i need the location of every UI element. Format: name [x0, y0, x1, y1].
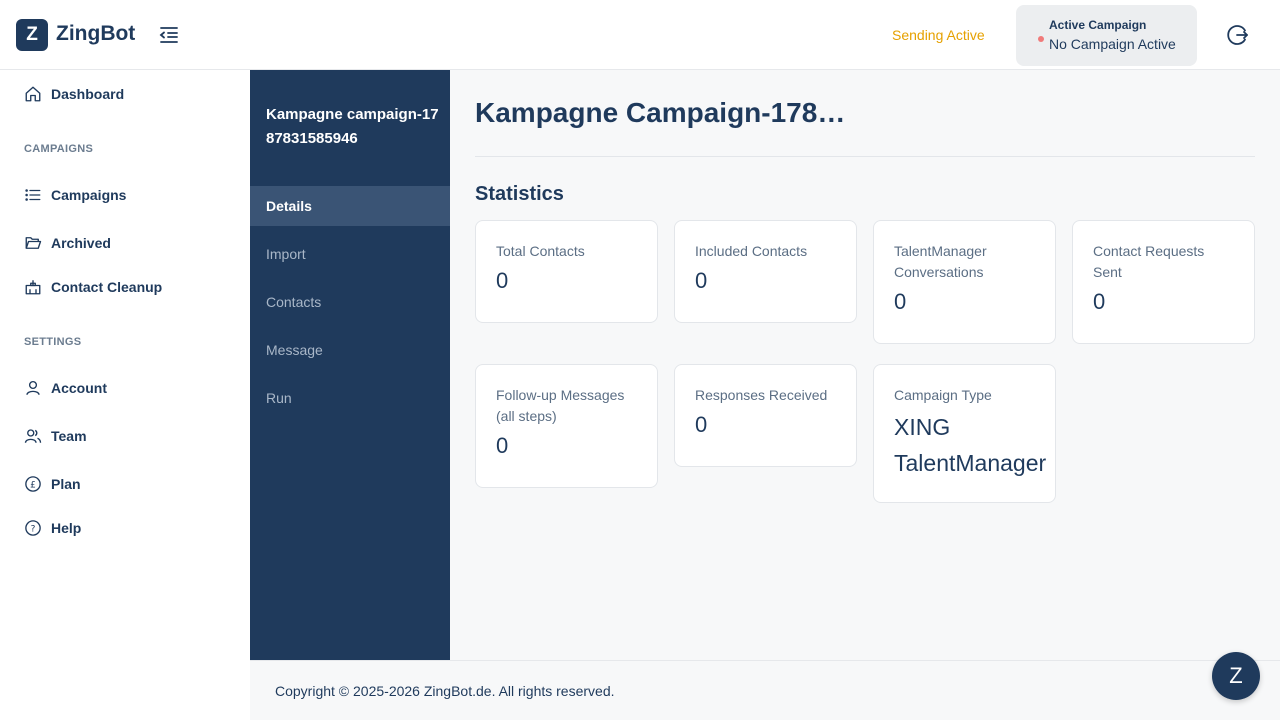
- stat-label: Total Contacts: [496, 243, 585, 259]
- section-title-campaigns: CAMPAIGNS: [24, 143, 94, 155]
- chat-launcher-button[interactable]: Z: [1212, 652, 1260, 700]
- section-title-settings: SETTINGS: [24, 336, 82, 348]
- sidebar-item-team[interactable]: Team: [24, 424, 87, 448]
- stat-label: Contact Requests Sent: [1093, 243, 1205, 280]
- divider: [475, 156, 1255, 157]
- stat-card-total-contacts: Total Contacts 0: [475, 220, 658, 323]
- active-campaign-label: Active Campaign: [1049, 18, 1147, 32]
- page-title: Kampagne Campaign-178…: [475, 97, 846, 128]
- stat-value: 0: [496, 268, 509, 293]
- stat-card-included-contacts: Included Contacts 0: [674, 220, 857, 323]
- stat-value: XING TalentManager: [894, 414, 1047, 476]
- collapse-sidebar-icon[interactable]: [157, 23, 181, 47]
- stat-label: Campaign Type: [894, 387, 992, 403]
- stat-value: 0: [695, 268, 708, 293]
- stat-card-campaign-type: Campaign Type XING TalentManager: [873, 364, 1056, 503]
- campaign-subnav: Kampagne campaign-1787831585946 Details …: [250, 70, 450, 660]
- list-icon: [24, 186, 42, 204]
- logout-icon[interactable]: [1226, 23, 1250, 47]
- stat-label: TalentManager Conversations: [894, 243, 987, 280]
- stat-value: 0: [894, 289, 907, 314]
- svg-text:£: £: [30, 480, 36, 490]
- sidebar-item-label: Archived: [51, 235, 111, 251]
- sidebar-item-label: Campaigns: [51, 187, 127, 203]
- cleanup-icon: [24, 278, 42, 296]
- sidebar-item-label: Team: [51, 428, 87, 444]
- status-dot-icon: [1038, 36, 1044, 42]
- pound-coin-icon: £: [24, 475, 42, 493]
- sidebar-item-label: Account: [51, 380, 107, 396]
- sidebar-item-label: Plan: [51, 476, 81, 492]
- subnav-item-run[interactable]: Run: [250, 378, 450, 418]
- subnav-item-contacts[interactable]: Contacts: [250, 282, 450, 322]
- sidebar-item-contact-cleanup[interactable]: Contact Cleanup: [24, 275, 162, 299]
- stat-card-responses-received: Responses Received 0: [674, 364, 857, 467]
- sidebar-item-plan[interactable]: £ Plan: [24, 472, 81, 496]
- user-icon: [24, 379, 42, 397]
- active-campaign-value: No Campaign Active: [1049, 36, 1176, 52]
- statistics-heading: Statistics: [475, 183, 564, 205]
- help-icon: ?: [24, 519, 42, 537]
- stat-value: 0: [695, 412, 708, 437]
- sidebar-item-label: Help: [51, 520, 82, 536]
- brand-name: ZingBot: [56, 22, 136, 45]
- svg-text:?: ?: [31, 524, 36, 534]
- top-header: Z ZingBot Sending Active Active Campaign…: [0, 0, 1280, 70]
- subnav-item-details[interactable]: Details: [250, 186, 450, 226]
- stat-label: Follow-up Messages (all steps): [496, 387, 625, 424]
- folder-open-icon: [24, 234, 42, 252]
- stat-value: 0: [496, 433, 509, 458]
- stat-label: Included Contacts: [695, 243, 808, 259]
- sidebar-item-dashboard[interactable]: Dashboard: [24, 82, 124, 106]
- active-campaign-box: Active Campaign No Campaign Active: [1016, 5, 1197, 66]
- subnav-item-message[interactable]: Message: [250, 330, 450, 370]
- sidebar-item-help[interactable]: ? Help: [24, 516, 81, 540]
- stat-card-follow-up-messages: Follow-up Messages (all steps) 0: [475, 364, 658, 488]
- subnav-item-import[interactable]: Import: [250, 234, 450, 274]
- sidebar-item-label: Dashboard: [51, 86, 125, 102]
- main-content: Kampagne Campaign-178… Statistics Total …: [450, 70, 1280, 660]
- copyright-text: Copyright © 2025-2026 ZingBot.de. All ri…: [275, 683, 615, 699]
- sending-status: Sending Active: [892, 27, 985, 43]
- campaign-subnav-title: Kampagne campaign-1787831585946: [266, 106, 439, 147]
- logo-icon: Z: [16, 19, 48, 51]
- stat-value: 0: [1093, 289, 1106, 314]
- home-icon: [24, 85, 42, 103]
- footer: Copyright © 2025-2026 ZingBot.de. All ri…: [250, 660, 1280, 720]
- sidebar-item-campaigns[interactable]: Campaigns: [24, 183, 126, 207]
- team-icon: [24, 427, 42, 445]
- sidebar-item-label: Contact Cleanup: [51, 279, 163, 295]
- stat-card-contact-requests-sent: Contact Requests Sent 0: [1072, 220, 1255, 344]
- stat-label: Responses Received: [695, 387, 828, 403]
- stat-card-talentmanager-conversations: TalentManager Conversations 0: [873, 220, 1056, 344]
- sidebar: Dashboard CAMPAIGNS Campaigns Archived C…: [0, 70, 250, 720]
- sidebar-item-account[interactable]: Account: [24, 376, 107, 400]
- sidebar-item-archived[interactable]: Archived: [24, 231, 111, 255]
